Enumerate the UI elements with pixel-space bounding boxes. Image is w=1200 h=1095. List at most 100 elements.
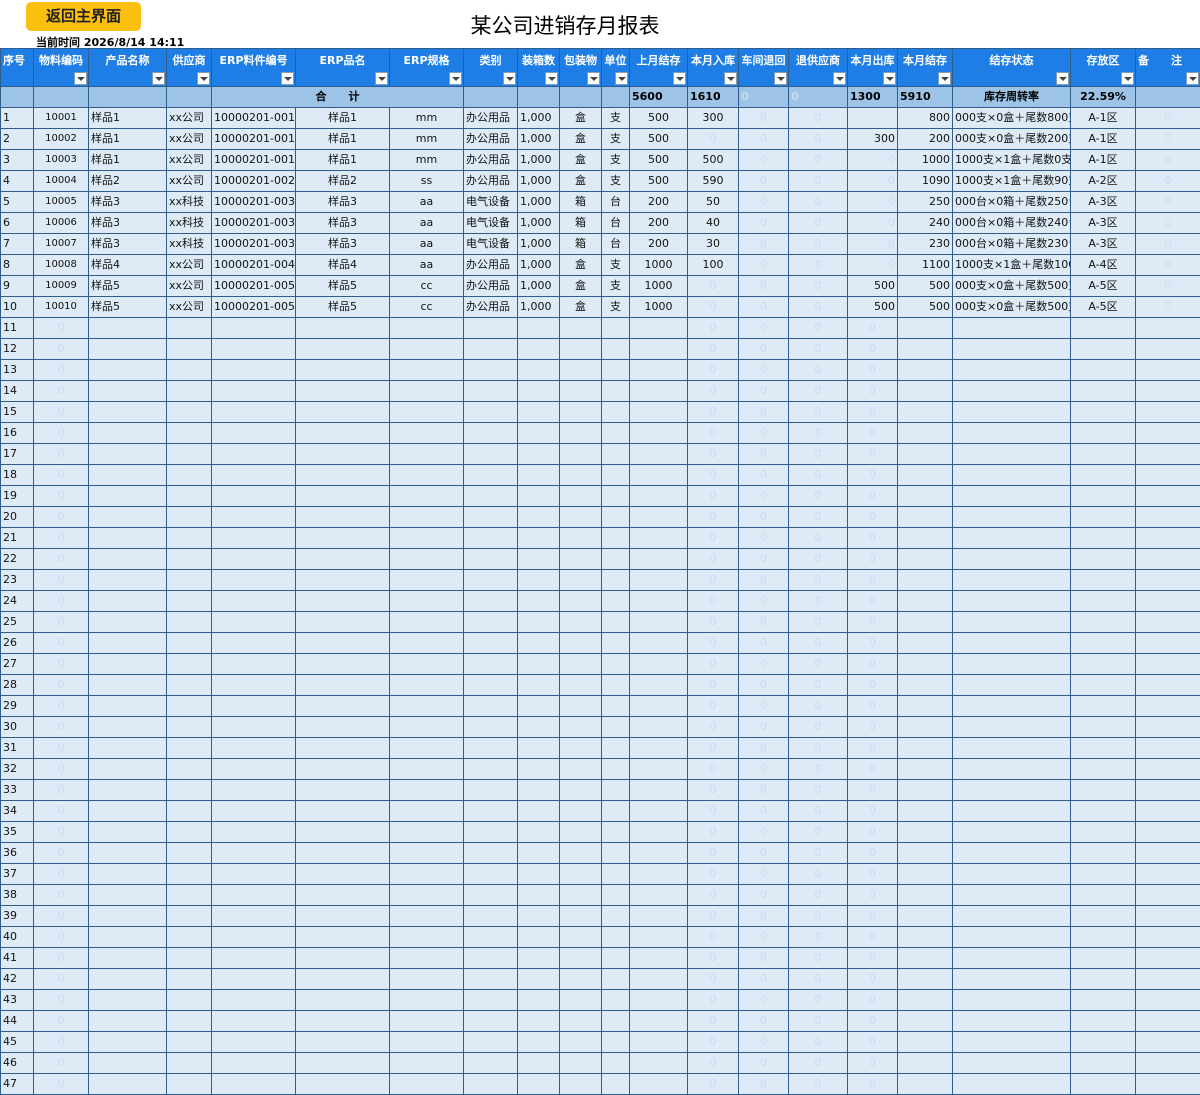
cell-remark[interactable]: [1136, 465, 1200, 486]
cell-name[interactable]: [89, 696, 167, 717]
cell-ret[interactable]: 0: [739, 213, 789, 234]
cell-no[interactable]: 23: [1, 570, 34, 591]
cell-cat[interactable]: [464, 759, 518, 780]
cell-last[interactable]: [630, 906, 688, 927]
cell-code[interactable]: 0: [34, 549, 89, 570]
cell-remark[interactable]: [1136, 1074, 1200, 1095]
cell-unit[interactable]: 支: [602, 150, 630, 171]
cell-ret[interactable]: 0: [739, 759, 789, 780]
cell-name[interactable]: [89, 381, 167, 402]
cell-erp_no[interactable]: [212, 969, 296, 990]
cell-zone[interactable]: [1071, 717, 1136, 738]
cell-erp_name[interactable]: [296, 1032, 390, 1053]
cell-cat[interactable]: [464, 990, 518, 1011]
cell-bal[interactable]: [898, 780, 953, 801]
cell-out[interactable]: 0: [848, 885, 898, 906]
cell-zone[interactable]: [1071, 612, 1136, 633]
cell-in[interactable]: 0: [688, 1032, 739, 1053]
cell-no[interactable]: 45: [1, 1032, 34, 1053]
cell-spec[interactable]: [390, 507, 464, 528]
cell-remark[interactable]: [1136, 654, 1200, 675]
cell-code[interactable]: 10001: [34, 108, 89, 129]
cell-supplier[interactable]: xx公司: [167, 171, 212, 192]
cell-unit[interactable]: [602, 780, 630, 801]
cell-spec[interactable]: [390, 927, 464, 948]
cell-unit[interactable]: [602, 990, 630, 1011]
cell-sup[interactable]: 0: [789, 696, 848, 717]
cell-ret[interactable]: 0: [739, 864, 789, 885]
cell-sup[interactable]: 0: [789, 318, 848, 339]
cell-ret[interactable]: 0: [739, 444, 789, 465]
cell-ret[interactable]: 0: [739, 486, 789, 507]
cell-bal[interactable]: [898, 381, 953, 402]
cell-sup[interactable]: 0: [789, 423, 848, 444]
cell-code[interactable]: 0: [34, 360, 89, 381]
cell-bal[interactable]: [898, 402, 953, 423]
cell-bal[interactable]: [898, 738, 953, 759]
cell-code[interactable]: 0: [34, 528, 89, 549]
cell-cat[interactable]: 电气设备: [464, 192, 518, 213]
cell-ret[interactable]: 0: [739, 129, 789, 150]
cell-out[interactable]: 0: [848, 633, 898, 654]
cell-box[interactable]: [518, 570, 560, 591]
cell-supplier[interactable]: [167, 990, 212, 1011]
cell-unit[interactable]: 支: [602, 297, 630, 318]
cell-cat[interactable]: [464, 612, 518, 633]
cell-out[interactable]: 0: [848, 927, 898, 948]
cell-bal[interactable]: [898, 360, 953, 381]
cell-cat[interactable]: [464, 633, 518, 654]
cell-no[interactable]: 24: [1, 591, 34, 612]
cell-no[interactable]: 37: [1, 864, 34, 885]
cell-remark[interactable]: 0: [1136, 213, 1200, 234]
cell-ret[interactable]: 0: [739, 591, 789, 612]
cell-last[interactable]: [630, 444, 688, 465]
cell-sup[interactable]: 0: [789, 759, 848, 780]
cell-bal[interactable]: [898, 423, 953, 444]
cell-supplier[interactable]: [167, 339, 212, 360]
cell-in[interactable]: 0: [688, 654, 739, 675]
cell-erp_name[interactable]: 样品2: [296, 171, 390, 192]
cell-sup[interactable]: 0: [789, 150, 848, 171]
cell-supplier[interactable]: [167, 444, 212, 465]
cell-spec[interactable]: [390, 990, 464, 1011]
cell-remark[interactable]: [1136, 444, 1200, 465]
cell-ret[interactable]: 0: [739, 675, 789, 696]
cell-ret[interactable]: 0: [739, 276, 789, 297]
cell-in[interactable]: 0: [688, 339, 739, 360]
cell-supplier[interactable]: [167, 780, 212, 801]
cell-erp_no[interactable]: [212, 801, 296, 822]
cell-unit[interactable]: 支: [602, 129, 630, 150]
cell-unit[interactable]: [602, 927, 630, 948]
cell-out[interactable]: 0: [848, 255, 898, 276]
cell-erp_name[interactable]: [296, 780, 390, 801]
cell-erp_no[interactable]: [212, 1074, 296, 1095]
cell-status[interactable]: [953, 339, 1071, 360]
cell-box[interactable]: 1,000: [518, 297, 560, 318]
cell-no[interactable]: 27: [1, 654, 34, 675]
cell-remark[interactable]: [1136, 696, 1200, 717]
cell-pack[interactable]: [560, 318, 602, 339]
cell-erp_no[interactable]: [212, 360, 296, 381]
cell-last[interactable]: [630, 990, 688, 1011]
cell-out[interactable]: 0: [848, 213, 898, 234]
cell-no[interactable]: 15: [1, 402, 34, 423]
cell-erp_name[interactable]: [296, 675, 390, 696]
cell-cat[interactable]: [464, 1032, 518, 1053]
cell-in[interactable]: 100: [688, 255, 739, 276]
cell-code[interactable]: 10007: [34, 234, 89, 255]
cell-sup[interactable]: 0: [789, 255, 848, 276]
cell-zone[interactable]: [1071, 990, 1136, 1011]
cell-out[interactable]: 500: [848, 276, 898, 297]
cell-status[interactable]: [953, 969, 1071, 990]
cell-no[interactable]: 7: [1, 234, 34, 255]
cell-erp_name[interactable]: 样品5: [296, 276, 390, 297]
cell-in[interactable]: 40: [688, 213, 739, 234]
cell-zone[interactable]: [1071, 633, 1136, 654]
cell-in[interactable]: 0: [688, 360, 739, 381]
cell-remark[interactable]: [1136, 990, 1200, 1011]
cell-cat[interactable]: [464, 969, 518, 990]
cell-unit[interactable]: [602, 444, 630, 465]
cell-unit[interactable]: [602, 1011, 630, 1032]
cell-last[interactable]: [630, 780, 688, 801]
cell-erp_name[interactable]: [296, 717, 390, 738]
